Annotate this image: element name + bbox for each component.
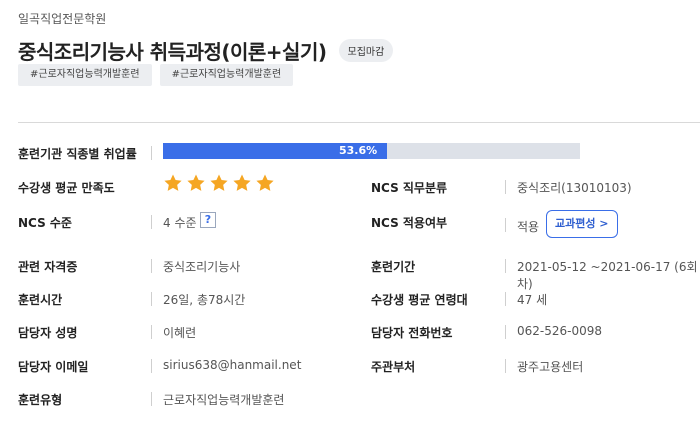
manager-email-value[interactable]: sirius638@hanmail.net: [163, 358, 301, 372]
manager-phone-value: 062-526-0098: [517, 324, 603, 338]
certificate-label: 관련 자격증: [18, 260, 78, 274]
manager-name-label: 담당자 성명: [18, 326, 78, 340]
star-icon: [187, 174, 205, 191]
hours-value: 26일, 총78시간: [163, 293, 246, 307]
period-label: 훈련기간: [371, 260, 416, 274]
separator: [151, 215, 152, 229]
separator: [505, 325, 506, 339]
title-row: 중식조리기능사 취득과정(이론+실기) 모집마감: [18, 36, 394, 65]
satisfaction-label: 수강생 평균 만족도: [18, 181, 115, 195]
agency-value: 광주고용센터: [517, 360, 584, 374]
institute-name: 일곡직업전문학원: [18, 12, 107, 26]
separator: [505, 292, 506, 306]
separator: [151, 359, 152, 373]
employment-rate-bar: 53.6%: [163, 143, 580, 159]
separator: [151, 325, 152, 339]
ncs-applied-value: 적용: [517, 220, 540, 234]
tag-list: #근로자직업능력개발훈련 #근로자직업능력개발훈련: [18, 64, 294, 86]
star-icon: [164, 174, 182, 191]
employment-rate-label: 훈련기관 직종별 취업률: [18, 147, 137, 161]
manager-email-label: 담당자 이메일: [18, 360, 89, 374]
tag[interactable]: #근로자직업능력개발훈련: [18, 64, 152, 86]
certificate-value: 중식조리기능사: [163, 260, 241, 274]
star-icon: [233, 174, 251, 191]
separator: [505, 218, 506, 232]
period-value: 2021-05-12 ~2021-06-17 (6회차): [517, 260, 698, 291]
separator: [505, 259, 506, 273]
separator: [151, 146, 152, 160]
separator: [151, 292, 152, 306]
separator: [505, 180, 506, 194]
training-type-label: 훈련유형: [18, 393, 63, 407]
ncs-category-label: NCS 직무분류: [371, 181, 448, 195]
manager-phone-label: 담당자 전화번호: [371, 326, 453, 340]
ncs-category-value: 중식조리(13010103): [517, 181, 632, 195]
help-icon[interactable]: ?: [200, 212, 216, 228]
hours-label: 훈련시간: [18, 293, 63, 307]
curriculum-button[interactable]: 교과편성 >: [546, 210, 618, 238]
agency-label: 주관부처: [371, 360, 416, 374]
manager-name-value: 이혜련: [163, 326, 197, 340]
separator: [151, 259, 152, 273]
employment-rate-value: 53.6%: [339, 144, 378, 157]
ncs-applied-label: NCS 적용여부: [371, 216, 448, 230]
course-title: 중식조리기능사 취득과정(이론+실기): [18, 40, 327, 64]
star-icon: [256, 174, 274, 191]
divider: [18, 122, 700, 123]
separator: [151, 392, 152, 406]
star-icon: [210, 174, 228, 191]
ncs-level-label: NCS 수준: [18, 216, 72, 230]
ncs-level-value: 4 수준: [163, 216, 197, 230]
tag[interactable]: #근로자직업능력개발훈련: [159, 64, 294, 86]
status-badge: 모집마감: [338, 39, 394, 62]
separator: [505, 359, 506, 373]
satisfaction-stars: [163, 173, 275, 193]
avg-age-label: 수강생 평균 연령대: [371, 293, 468, 307]
training-type-value: 근로자직업능력개발훈련: [163, 393, 285, 407]
avg-age-value: 47 세: [517, 293, 548, 307]
